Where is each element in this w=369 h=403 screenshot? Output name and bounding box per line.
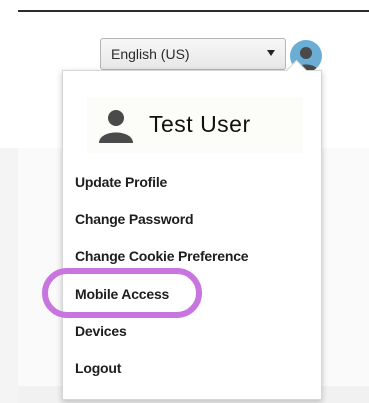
menu-item-mobile-access[interactable]: Mobile Access <box>75 286 169 302</box>
header-divider <box>18 10 369 12</box>
menu-item-change-cookie-preference[interactable]: Change Cookie Preference <box>75 248 249 264</box>
menu-item-logout[interactable]: Logout <box>75 360 121 376</box>
caret-down-icon <box>267 50 275 56</box>
menu-item-update-profile[interactable]: Update Profile <box>75 174 167 190</box>
menu-item-devices[interactable]: Devices <box>75 323 127 339</box>
user-menu-dropdown: Test User Update Profile Change Password… <box>62 59 322 400</box>
language-select[interactable]: English (US) <box>100 38 286 70</box>
person-icon <box>99 110 133 143</box>
language-select-value: English (US) <box>111 46 190 62</box>
menu-item-change-password[interactable]: Change Password <box>75 211 194 227</box>
user-name: Test User <box>149 111 251 137</box>
user-card: Test User <box>87 97 303 153</box>
